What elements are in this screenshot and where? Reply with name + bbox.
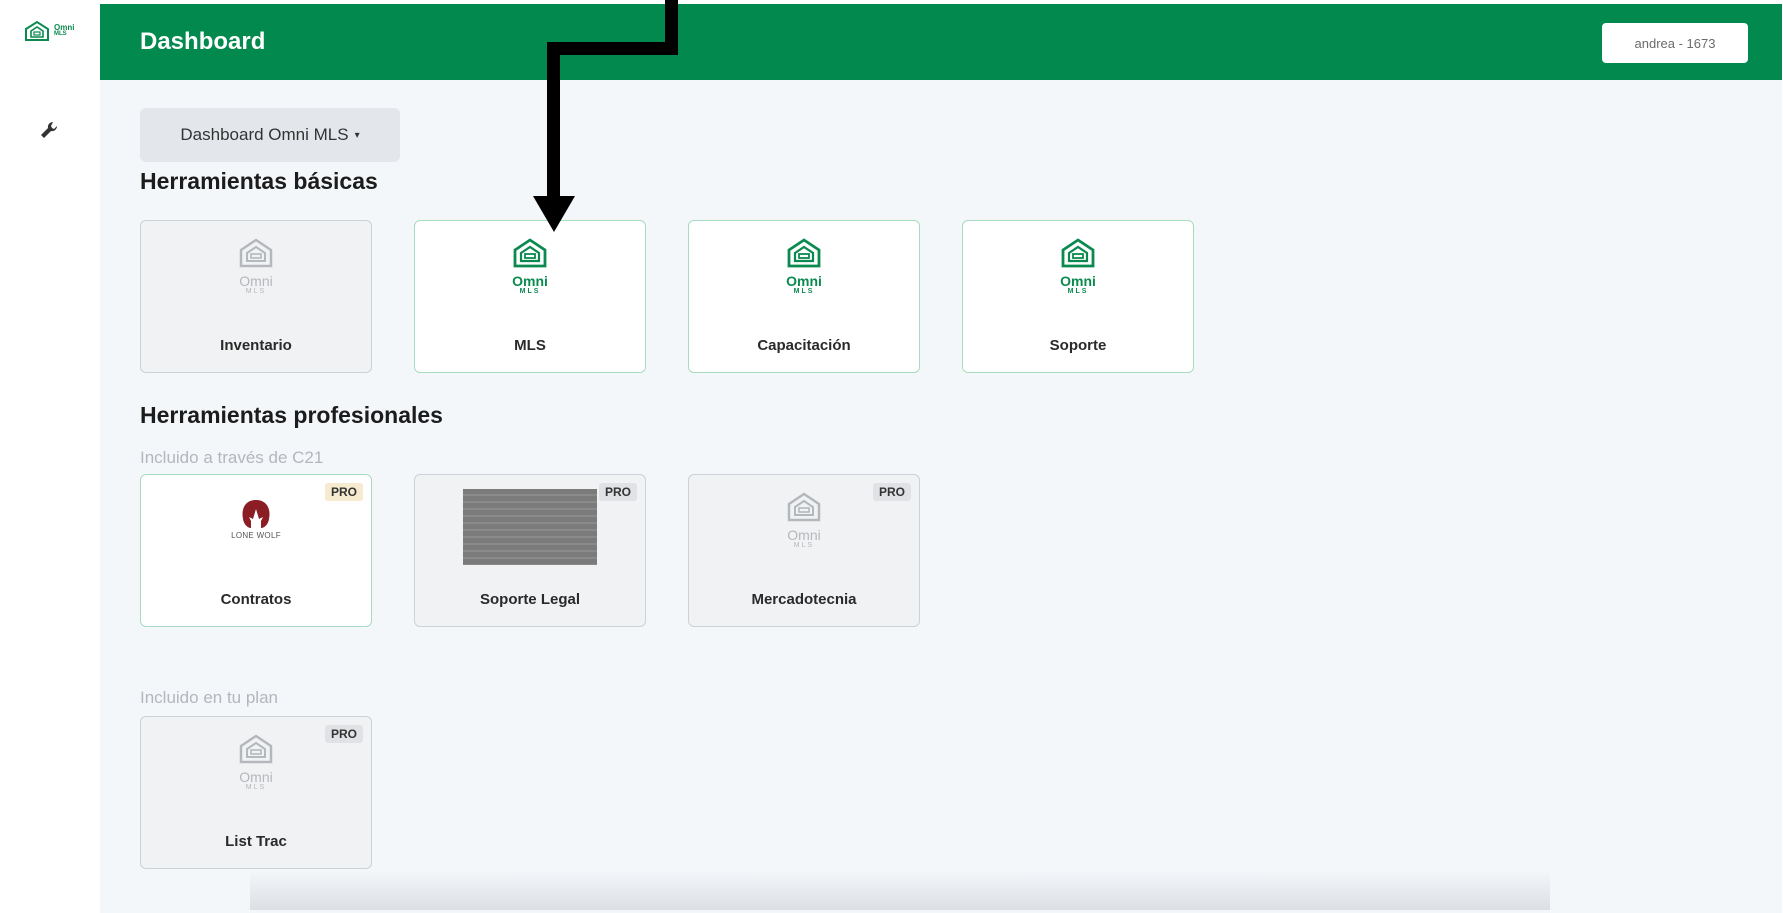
pro-subtitle-c21: Incluido a través de C21 — [140, 448, 324, 467]
pro-badge: PRO — [598, 483, 637, 501]
omni-mls-logo[interactable]: Omni MLS — [24, 20, 74, 42]
annotation-arrow-segment — [547, 42, 560, 198]
top-header: Dashboard andrea - 1673 — [100, 4, 1782, 80]
logo-mls-text: MLS — [245, 288, 267, 295]
user-menu-button[interactable]: andrea - 1673 — [1602, 23, 1748, 63]
card-mls[interactable]: Omni MLS MLS — [414, 220, 646, 373]
card-label: List Trac — [225, 833, 287, 850]
basic-tools-title: Herramientas básicas — [140, 168, 378, 194]
logo-omni-text: Omni — [239, 273, 273, 289]
card-list-trac[interactable]: PRO Omni MLS List Trac — [140, 716, 372, 869]
dashboard-select[interactable]: Dashboard Omni MLS ▾ — [140, 108, 400, 162]
omni-house-icon — [513, 238, 547, 268]
omni-house-icon — [25, 20, 49, 41]
logo-mls-text: MLS — [793, 288, 815, 295]
annotation-arrow-segment — [547, 42, 678, 55]
card-label: Mercadotecnia — [751, 591, 857, 608]
card-label: Soporte — [1049, 337, 1107, 354]
card-mercadotecnia[interactable]: PRO Omni MLS Mercadotecnia — [688, 474, 920, 627]
logo-mls-text: MLS — [519, 288, 541, 295]
lone-wolf-text: LONE WOLF — [231, 531, 281, 540]
annotation-arrow-head — [533, 196, 575, 232]
omni-mls-logo: Omni MLS — [963, 237, 1193, 296]
card-soporte-legal[interactable]: PRO Soporte Legal — [414, 474, 646, 627]
card-label: Inventario — [220, 337, 292, 354]
logo-mls-text: MLS — [245, 784, 267, 791]
main-content: Dashboard Omni MLS ▾ Herramientas básica… — [100, 80, 1782, 913]
card-label: Capacitación — [757, 337, 851, 354]
lone-wolf-logo: LONE WOLF — [141, 499, 371, 540]
omni-house-icon — [239, 238, 273, 268]
wrench-icon[interactable] — [39, 120, 59, 145]
omni-mls-logo: Omni MLS — [141, 733, 371, 792]
card-contratos[interactable]: PRO LONE WOLF Contratos — [140, 474, 372, 627]
omni-mls-logo: Omni MLS — [415, 237, 645, 296]
rail-logo-mls: MLS — [54, 31, 67, 37]
omni-house-icon — [1061, 238, 1095, 268]
logo-mls-text: MLS — [1067, 288, 1089, 295]
logo-omni-text: Omni — [239, 769, 273, 785]
card-capacitacion[interactable]: Omni MLS Capacitación — [688, 220, 920, 373]
logo-omni-text: Omni — [512, 273, 548, 289]
card-soporte[interactable]: Omni MLS Soporte — [962, 220, 1194, 373]
rail-logo-omni: Omni — [54, 23, 75, 32]
pro-tools-title: Herramientas profesionales — [140, 402, 443, 428]
logo-omni-text: Omni — [786, 273, 822, 289]
omni-mls-logo: Omni MLS — [689, 237, 919, 296]
omni-house-icon — [787, 238, 821, 268]
omni-house-icon — [787, 492, 821, 522]
dashboard-select-label: Dashboard Omni MLS — [180, 125, 349, 144]
card-label: MLS — [514, 337, 546, 354]
page-title: Dashboard — [140, 28, 266, 55]
soporte-legal-thumbnail — [463, 489, 597, 565]
card-inventario[interactable]: Omni MLS Inventario — [140, 220, 372, 373]
card-label: Contratos — [220, 591, 292, 608]
omni-mls-logo: Omni MLS — [141, 237, 371, 296]
caret-down-icon: ▾ — [354, 129, 360, 141]
omni-house-icon — [239, 734, 273, 764]
card-label: Soporte Legal — [479, 591, 580, 608]
omni-mls-logo: Omni MLS — [689, 491, 919, 550]
left-rail: Omni MLS — [0, 0, 100, 913]
pro-subtitle-plan: Incluido en tu plan — [140, 688, 278, 707]
bottom-scroll-shadow — [250, 870, 1550, 910]
logo-omni-text: Omni — [1060, 273, 1096, 289]
logo-omni-text: Omni — [787, 527, 821, 543]
wolf-icon — [242, 500, 270, 528]
logo-mls-text: MLS — [793, 542, 815, 549]
